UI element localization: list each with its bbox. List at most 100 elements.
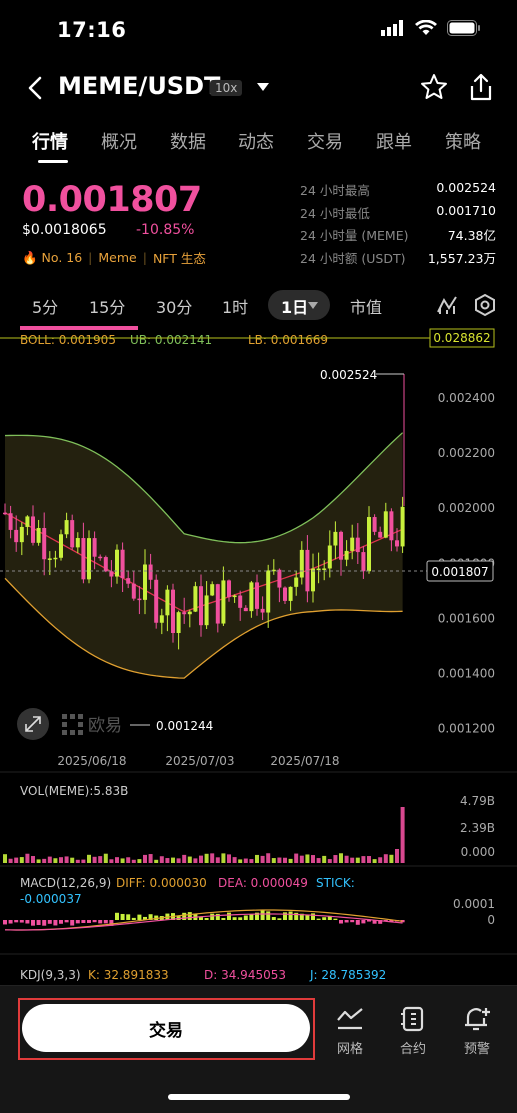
- share-icon[interactable]: [467, 72, 495, 102]
- volume-bar: [316, 858, 321, 863]
- macd-histogram-bar: [92, 920, 97, 923]
- volume-bar: [243, 858, 248, 863]
- macd-histogram-bar: [53, 920, 58, 926]
- volume-bar: [339, 853, 343, 863]
- tab-data[interactable]: 数据: [170, 128, 206, 154]
- macd-histogram-bar: [187, 912, 192, 920]
- macd-stick-label: STICK:: [316, 876, 355, 890]
- caret-down-icon[interactable]: [256, 82, 270, 92]
- macd-stick-value: -0.000037: [20, 892, 82, 906]
- pair-title[interactable]: MEME/USDT: [58, 72, 220, 100]
- candle-body: [232, 595, 237, 598]
- candle-body: [182, 612, 187, 615]
- grid-icon: [337, 1008, 363, 1030]
- vol-tick: 2.39B: [460, 821, 495, 835]
- macd-histogram-bar: [322, 917, 327, 920]
- okx-logo-icon: [62, 714, 83, 735]
- candle-body: [31, 516, 35, 543]
- volume-bar: [227, 854, 231, 863]
- volume-bar: [294, 853, 299, 863]
- macd-tick: 0: [487, 913, 495, 927]
- grid-button[interactable]: 网格: [320, 1006, 380, 1057]
- candle-body: [372, 517, 377, 532]
- candle-body: [383, 511, 388, 538]
- tab-news[interactable]: 动态: [238, 128, 274, 154]
- macd-histogram-bar: [199, 917, 203, 920]
- settings-hex-icon[interactable]: [473, 293, 497, 317]
- macd-histogram-bar: [204, 917, 209, 920]
- volume-bar: [344, 855, 349, 863]
- candle-body: [98, 556, 103, 559]
- candle-body: [277, 569, 282, 588]
- signal-icon: [381, 20, 403, 36]
- macd-dea: DEA: 0.000049: [218, 876, 308, 890]
- tab-copy[interactable]: 跟单: [376, 128, 412, 154]
- macd-histogram-bar: [311, 913, 315, 920]
- interval-1d[interactable]: 1日: [281, 294, 308, 318]
- x-tick: 2025/07/18: [270, 754, 339, 768]
- candle-body: [215, 584, 220, 624]
- alert-button[interactable]: 预警: [447, 1006, 507, 1057]
- volume-bar: [87, 854, 91, 863]
- interval-5m[interactable]: 5分: [32, 294, 58, 318]
- volume-bar: [389, 854, 394, 863]
- macd-histogram-bar: [47, 920, 52, 924]
- macd-histogram-bar: [115, 912, 119, 920]
- candle-body: [210, 584, 215, 596]
- interval-1h[interactable]: 1时: [222, 294, 248, 318]
- macd-histogram-bar: [8, 920, 13, 924]
- candle-body: [350, 537, 355, 551]
- volume-bar: [31, 856, 35, 863]
- volume-bar: [47, 856, 52, 863]
- kdj-d: D: 34.945053: [204, 968, 286, 982]
- ub-label: UB: 0.002141: [130, 333, 212, 347]
- candle-body: [344, 550, 349, 560]
- volume-bar: [288, 858, 293, 863]
- star-icon[interactable]: [419, 72, 449, 102]
- contract-button[interactable]: 合约: [383, 1006, 443, 1057]
- volume-bar: [372, 859, 377, 863]
- trade-button[interactable]: 交易: [22, 1004, 310, 1052]
- volume-bar: [210, 853, 215, 863]
- macd-histogram-bar: [260, 910, 265, 920]
- volume-bar: [148, 854, 153, 863]
- tab-trade[interactable]: 交易: [307, 128, 343, 154]
- macd-histogram-bar: [271, 917, 276, 920]
- tab-overview[interactable]: 概况: [101, 128, 137, 154]
- tab-market[interactable]: 行情: [32, 128, 68, 154]
- volume-bar: [53, 858, 58, 863]
- volume-bar: [204, 853, 209, 863]
- category-tag[interactable]: Meme: [98, 250, 136, 265]
- volume-bar: [126, 857, 131, 863]
- wifi-icon: [415, 20, 437, 35]
- candlestick-chart[interactable]: BOLL: 0.001905 UB: 0.002141 LB: 0.001669 0.…: [0, 326, 517, 986]
- rank-tag[interactable]: 🔥 No. 16: [22, 250, 82, 266]
- back-icon[interactable]: [24, 72, 48, 104]
- volume-bar: [277, 857, 282, 863]
- macd-histogram-bar: [182, 912, 187, 920]
- ecosystem-tag[interactable]: NFT 生态: [153, 248, 206, 267]
- volume-bar: [305, 854, 310, 863]
- interval-15m[interactable]: 15分: [89, 294, 125, 318]
- candle-body: [75, 538, 80, 548]
- tab-strategy[interactable]: 策略: [445, 128, 481, 154]
- volume-bar: [238, 859, 243, 863]
- volume-bar: [143, 854, 147, 863]
- y-tick: 0.001200: [438, 722, 495, 736]
- macd-histogram-bar: [75, 920, 80, 924]
- volume-bar: [367, 856, 371, 863]
- candle-body: [53, 557, 58, 560]
- interval-marketcap[interactable]: 市值: [350, 294, 382, 318]
- volume-bar: [154, 859, 159, 863]
- candle-body: [8, 513, 13, 530]
- candle-body: [299, 549, 304, 578]
- macd-histogram-bar: [288, 911, 293, 920]
- interval-30m[interactable]: 30分: [156, 294, 192, 318]
- macd-histogram-bar: [14, 920, 19, 923]
- lb-label: LB: 0.001669: [248, 333, 328, 347]
- status-time: 17:16: [57, 18, 127, 42]
- indicator-icon[interactable]: [436, 294, 458, 316]
- candle-body: [126, 578, 131, 584]
- candle-body: [137, 598, 142, 601]
- volume-bar: [199, 855, 203, 863]
